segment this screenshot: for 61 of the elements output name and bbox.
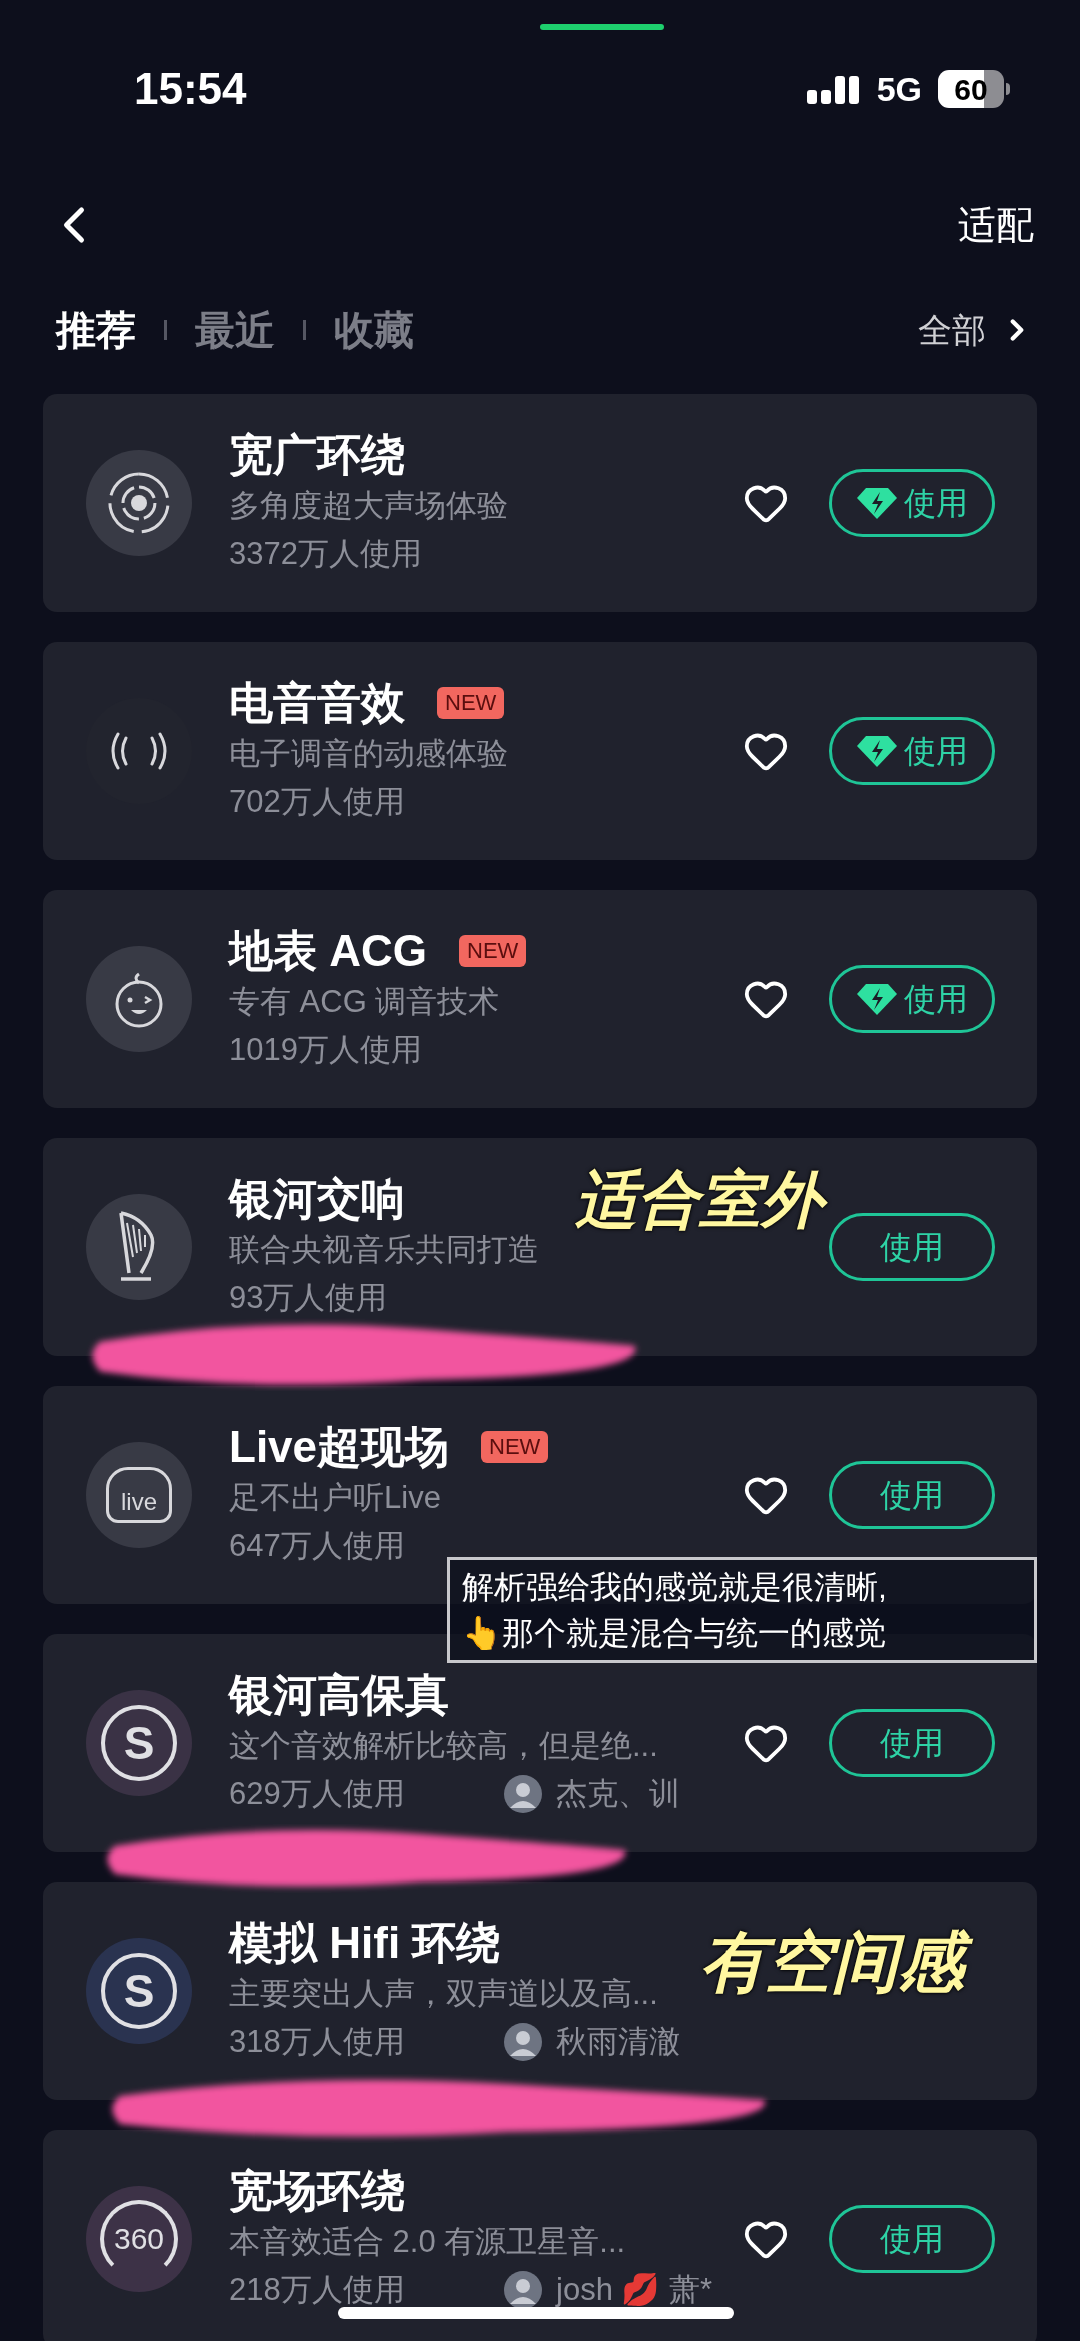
category-tab[interactable]: 推荐 [56,300,136,360]
use-button[interactable]: 使用 [829,1213,995,1281]
effect-card[interactable]: 地表 ACG NEW 专有 ACG 调音技术 1019万人使用 使用 [43,890,1037,1108]
avatar [504,2271,542,2309]
battery-tip-icon [1006,83,1010,95]
diamond-icon [856,486,898,520]
effect-title: 模拟 Hifi 环绕 [229,1917,501,1969]
effect-description: 多角度超大声场体验 [229,487,509,525]
avatar [504,1775,542,1813]
use-button[interactable]: 使用 [829,717,995,785]
effect-title: 宽广环绕 [229,429,405,481]
use-button[interactable]: 使用 [829,2205,995,2273]
use-button[interactable]: 使用 [829,1709,995,1777]
usage-count: 218万人使用 [229,2270,406,2309]
effect-title: 银河交响 [229,1173,405,1225]
usage-count: 629万人使用 [229,1774,406,1813]
effect-card[interactable]: 宽广环绕 多角度超大声场体验 3372万人使用 使用 [43,394,1037,612]
usage-count: 1019万人使用 [229,1030,423,1069]
diamond-icon [856,982,898,1016]
use-button[interactable]: 使用 [829,965,995,1033]
category-tab[interactable]: 收藏 [334,300,414,360]
effect-title: 银河高保真 [229,1669,449,1721]
effect-title: Live超现场 [229,1421,450,1473]
letter-icon: S [101,1705,177,1781]
live-icon: live [106,1467,172,1523]
avatar [504,2023,542,2061]
usage-count: 3372万人使用 [229,534,423,573]
effect-description: 这个音效解析比较高，但是绝... [229,1727,659,1765]
author-name: josh 💋 萧* [556,2270,713,2309]
effect-card[interactable]: 360 宽场环绕 本音效适合 2.0 有源卫星音... 218万人使用 josh 💋 萧* 使用 [43,2130,1037,2341]
new-badge: NEW [481,1431,549,1463]
category-tab[interactable]: 最近 [195,300,275,360]
status-time: 15:54 [134,63,247,115]
usage-count: 647万人使用 [229,1526,406,1565]
network-label: 5G [876,68,922,110]
usage-count: 702万人使用 [229,782,406,821]
caption-line: 解析强给我的感觉就是很清晰, [462,1568,888,1607]
effect-description: 电子调音的动感体验 [229,735,509,773]
annotation-text: 有空间感 [700,1920,978,2004]
new-badge: NEW [459,935,527,967]
effect-description: 专有 ACG 调音技术 [229,983,501,1021]
battery-level: 60 [938,70,1004,108]
letter-icon: S [101,1953,177,2029]
usage-count: 93万人使用 [229,1278,389,1317]
effect-description: 主要突出人声，双声道以及高... [229,1975,659,2013]
use-button[interactable]: 使用 [829,1461,995,1529]
effect-card[interactable]: 电音音效 NEW 电子调音的动感体验 702万人使用 使用 [43,642,1037,860]
new-badge: NEW [437,687,505,719]
use-button[interactable]: 使用 [829,469,995,537]
adapt-button[interactable]: 适配 [958,196,1034,254]
diamond-icon [856,734,898,768]
effect-title: 宽场环绕 [229,2165,405,2217]
effect-description: 本音效适合 2.0 有源卫星音... [229,2223,627,2261]
effect-title: 电音音效 [229,677,405,729]
effect-description: 联合央视音乐共同打造 [229,1231,540,1269]
all-link[interactable]: 全部 [918,304,1034,356]
effect-description: 足不出户听Live [229,1479,442,1517]
author-name: 杰克、训 [556,1774,680,1813]
effect-title: 地表 ACG [229,925,427,977]
author-name: 秋雨清澈 [556,2022,680,2061]
usage-count: 318万人使用 [229,2022,406,2061]
